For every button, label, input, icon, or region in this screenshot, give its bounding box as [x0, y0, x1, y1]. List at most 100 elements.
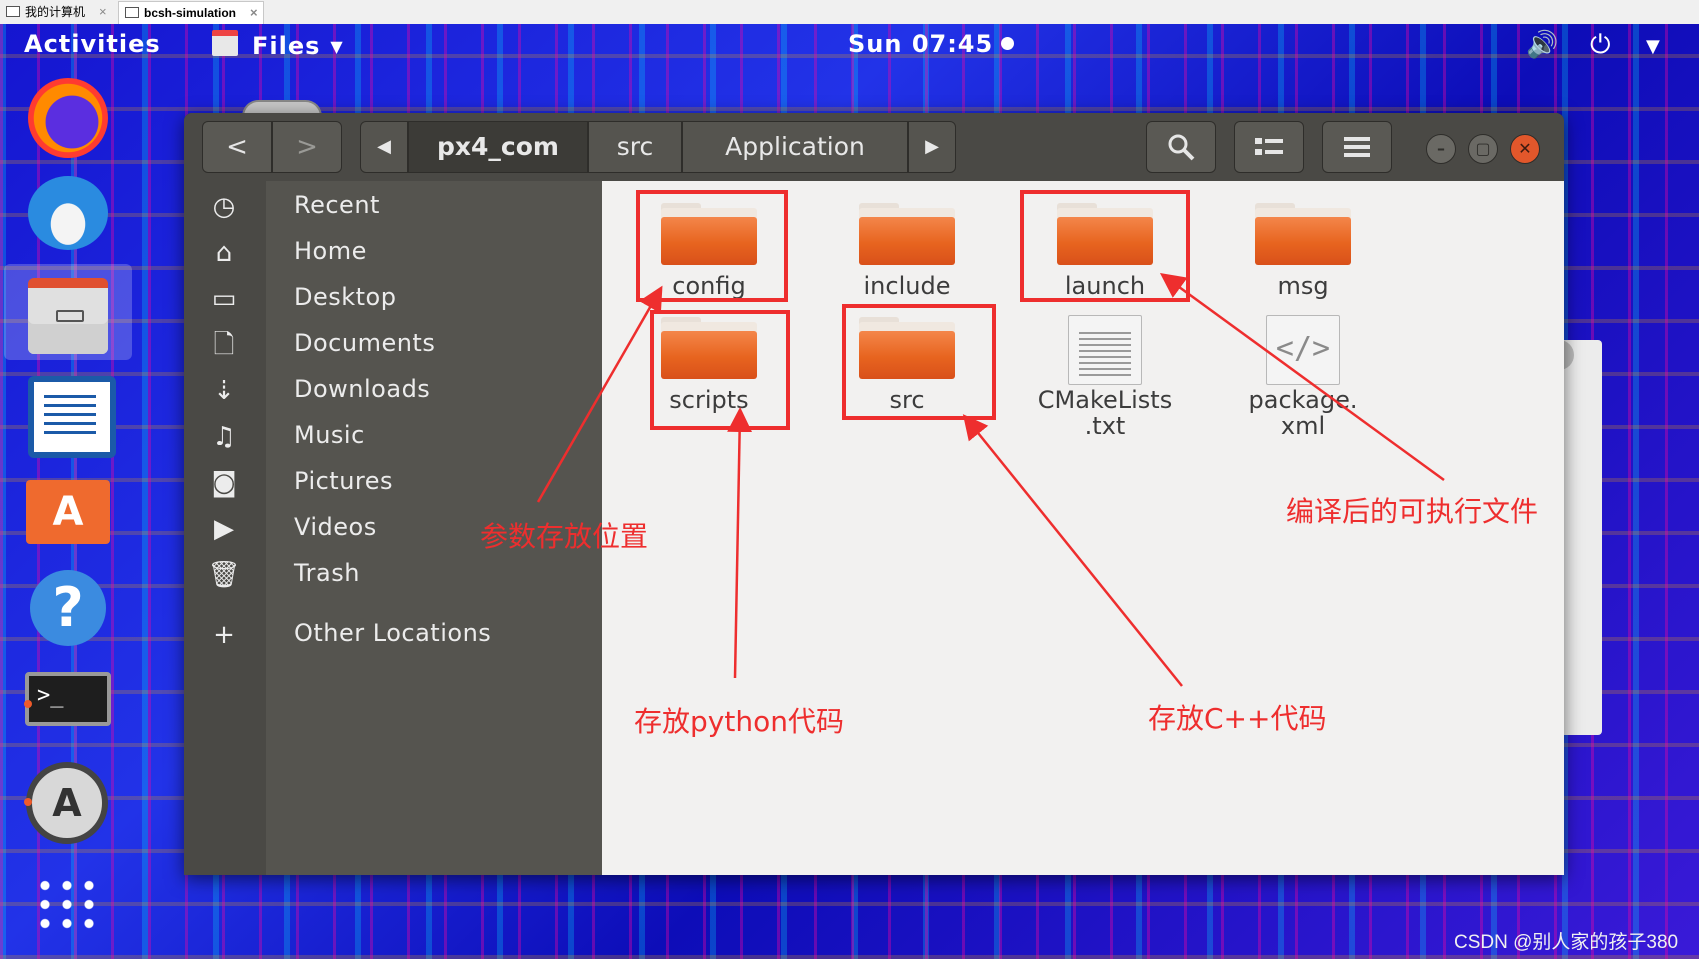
sidebar-item-downloads[interactable]: ⇣ Downloads — [184, 369, 602, 415]
minimize-button[interactable]: – — [1426, 134, 1456, 164]
terminal-icon: >_ — [25, 672, 111, 726]
thunderbird-icon — [28, 176, 108, 250]
annotation-cpp: 存放C++代码 — [1148, 702, 1327, 735]
file-name: msg — [1277, 272, 1329, 300]
clock-label: Sun 07:45 — [848, 30, 994, 58]
computer-icon — [6, 6, 20, 17]
dock-firefox[interactable] — [20, 78, 116, 158]
search-icon — [1168, 134, 1195, 161]
watermark: CSDN @别人家的孩子380 — [1454, 932, 1679, 953]
help-icon: ? — [30, 570, 106, 646]
file-item-package-xml[interactable]: </> package. xml — [1208, 309, 1398, 440]
sidebar-item-desktop[interactable]: ▭ Desktop — [184, 277, 602, 323]
close-icon[interactable]: × — [250, 5, 258, 20]
close-icon[interactable]: × — [99, 4, 107, 19]
hamburger-icon — [1344, 137, 1370, 157]
menu-button[interactable] — [1322, 121, 1392, 173]
text-file-icon — [1068, 315, 1142, 385]
view-toggle-button[interactable] — [1234, 121, 1304, 173]
forward-button[interactable]: > — [272, 121, 342, 173]
sidebar-item-music[interactable]: ♫ Music — [184, 415, 602, 461]
sidebar-item-label: Recent — [294, 191, 380, 219]
file-name: include — [863, 272, 951, 300]
chevron-right-icon: > — [296, 132, 318, 162]
video-icon: ▶ — [214, 514, 234, 544]
file-item-cmakelists[interactable]: CMakeLists .txt — [1010, 309, 1200, 440]
sidebar-item-label: Home — [294, 237, 367, 265]
trash-icon: 🗑 — [207, 560, 241, 590]
folder-icon — [1255, 203, 1351, 265]
sidebar-item-home[interactable]: ⌂ Home — [184, 231, 602, 277]
sidebar-item-pictures[interactable]: ◙ Pictures — [184, 461, 602, 507]
firefox-icon — [28, 78, 108, 158]
annotation-params: 参数存放位置 — [480, 520, 649, 553]
dock-updater[interactable]: A — [20, 762, 116, 844]
file-name-ext: xml — [1280, 412, 1326, 440]
sidebar-item-label: Trash — [294, 559, 360, 587]
path-segment-src[interactable]: src — [588, 121, 682, 173]
dock-software[interactable]: A — [20, 472, 116, 552]
dock: A ? >_ A — [0, 66, 135, 959]
path-scroll-right-button[interactable]: ▶ — [908, 121, 956, 173]
sidebar-item-other-locations[interactable]: + Other Locations — [184, 613, 602, 659]
dock-terminal[interactable]: >_ — [20, 664, 116, 744]
annotation-box-src — [842, 304, 996, 420]
camera-icon: ◙ — [211, 468, 237, 498]
home-icon: ⌂ — [215, 238, 233, 268]
app-menu-label: Files — [252, 32, 321, 60]
software-center-icon: A — [26, 480, 110, 544]
clock[interactable]: Sun 07:45 — [848, 30, 1015, 58]
download-icon: ⇣ — [213, 376, 235, 406]
volume-icon[interactable]: 🔊 — [1526, 30, 1558, 60]
plus-icon: + — [213, 620, 235, 650]
power-icon[interactable]: ⏻ — [1590, 30, 1611, 61]
file-name: package. — [1248, 386, 1358, 414]
search-button[interactable] — [1146, 121, 1216, 173]
vm-tab-my-computer[interactable]: 我的计算机 × — [0, 1, 116, 23]
vm-tab-bar: 我的计算机 × bcsh-simulation × — [0, 0, 1699, 25]
running-indicator — [24, 700, 32, 708]
file-item-msg[interactable]: msg — [1208, 195, 1398, 325]
dock-writer[interactable] — [20, 376, 116, 458]
path-scroll-left-button[interactable]: ◀ — [360, 121, 408, 173]
close-button[interactable]: ✕ — [1510, 134, 1540, 164]
header-bar: < > ◀ px4_com src Application ▶ – ▢ ✕ — [184, 113, 1564, 181]
dock-thunderbird[interactable] — [20, 176, 116, 256]
files-icon — [28, 278, 108, 354]
sidebar-item-documents[interactable]: 🗋 Documents — [184, 323, 602, 369]
list-view-icon — [1255, 138, 1283, 155]
show-applications-icon[interactable] — [34, 876, 98, 932]
annotation-box-config — [636, 190, 788, 302]
sidebar-item-label: Documents — [294, 329, 436, 357]
sidebar-item-recent[interactable]: ◷ Recent — [184, 185, 602, 231]
dock-help[interactable]: ? — [20, 570, 116, 650]
sidebar-item-label: Other Locations — [294, 619, 492, 647]
file-name-ext: .txt — [1084, 412, 1126, 440]
chevron-down-icon: ▼ — [330, 37, 344, 56]
sidebar-item-label: Desktop — [294, 283, 397, 311]
chevron-down-icon[interactable]: ▼ — [1646, 36, 1660, 57]
app-menu[interactable]: Files ▼ — [212, 30, 344, 60]
files-icon — [212, 30, 238, 56]
sidebar-item-trash[interactable]: 🗑 Trash — [184, 553, 602, 599]
xml-file-icon: </> — [1266, 315, 1340, 385]
running-indicator — [24, 798, 32, 806]
back-button[interactable]: < — [202, 121, 272, 173]
writer-icon — [28, 376, 116, 458]
maximize-button[interactable]: ▢ — [1468, 134, 1498, 164]
folder-icon — [859, 203, 955, 265]
notification-dot-icon — [1001, 37, 1015, 50]
folder-icon: ▭ — [211, 284, 237, 314]
path-segment-px4-com[interactable]: px4_com — [408, 121, 588, 173]
sidebar-item-label: Videos — [294, 513, 377, 541]
file-name: CMakeLists — [1037, 386, 1173, 414]
vm-tab-label: 我的计算机 — [25, 5, 86, 19]
dock-files[interactable] — [4, 264, 132, 360]
vm-tab-simulation[interactable]: bcsh-simulation × — [118, 1, 264, 24]
annotation-python: 存放python代码 — [634, 705, 844, 738]
music-icon: ♫ — [212, 422, 236, 452]
annotation-box-scripts — [650, 310, 790, 430]
activities-button[interactable]: Activities — [24, 30, 161, 58]
path-segment-application[interactable]: Application — [682, 121, 908, 173]
document-icon: 🗋 — [213, 330, 235, 360]
